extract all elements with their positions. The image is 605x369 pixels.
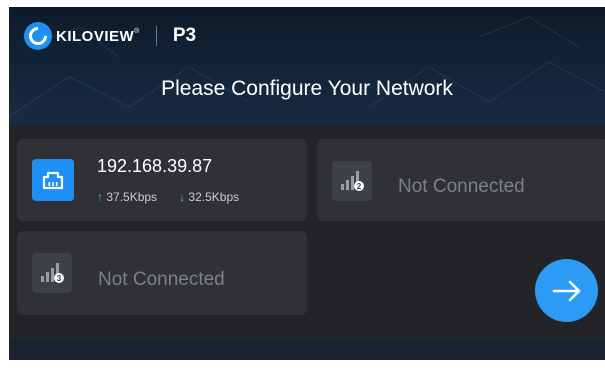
kiloview-logo-icon [24,22,52,50]
download-rate: ↓ 32.5Kbps [179,190,240,204]
signal-2-icon: 2 [332,161,372,201]
arrow-up-icon: ↑ [97,190,103,204]
ip-address: 192.168.39.87 [97,156,213,176]
signal-3-index: 3 [57,274,62,283]
connection-card-ethernet[interactable]: 192.168.39.87 ↑ 37.5Kbps ↓ 32.5Kbps [17,139,307,221]
next-button[interactable] [535,259,598,322]
arrow-down-icon: ↓ [179,190,186,204]
logo-text: KILOVIEW® [56,27,140,45]
signal-3-icon: 3 [32,253,72,293]
upload-rate: ↑ 37.5Kbps [97,190,158,204]
brand: KILOVIEW® P3 [24,21,196,51]
connection-card-cellular-2[interactable]: 2 Not Connected [317,139,605,221]
status-text: Not Connected [398,176,525,197]
brand-divider [155,26,157,46]
device-screen: KILOVIEW® P3 Please Configure Your Netwo… [9,7,605,360]
header: KILOVIEW® P3 Please Configure Your Netwo… [9,7,605,125]
footer-band [9,340,605,360]
arrow-right-icon [552,280,580,301]
page-title: Please Configure Your Network [161,77,453,100]
ethernet-icon [32,159,74,201]
model-name: P3 [172,25,197,46]
signal-2-index: 2 [357,182,362,191]
throughput: ↑ 37.5Kbps ↓ 32.5Kbps [97,190,239,204]
status-text: Not Connected [98,269,225,290]
connection-card-cellular-3[interactable]: 3 Not Connected [17,231,307,315]
